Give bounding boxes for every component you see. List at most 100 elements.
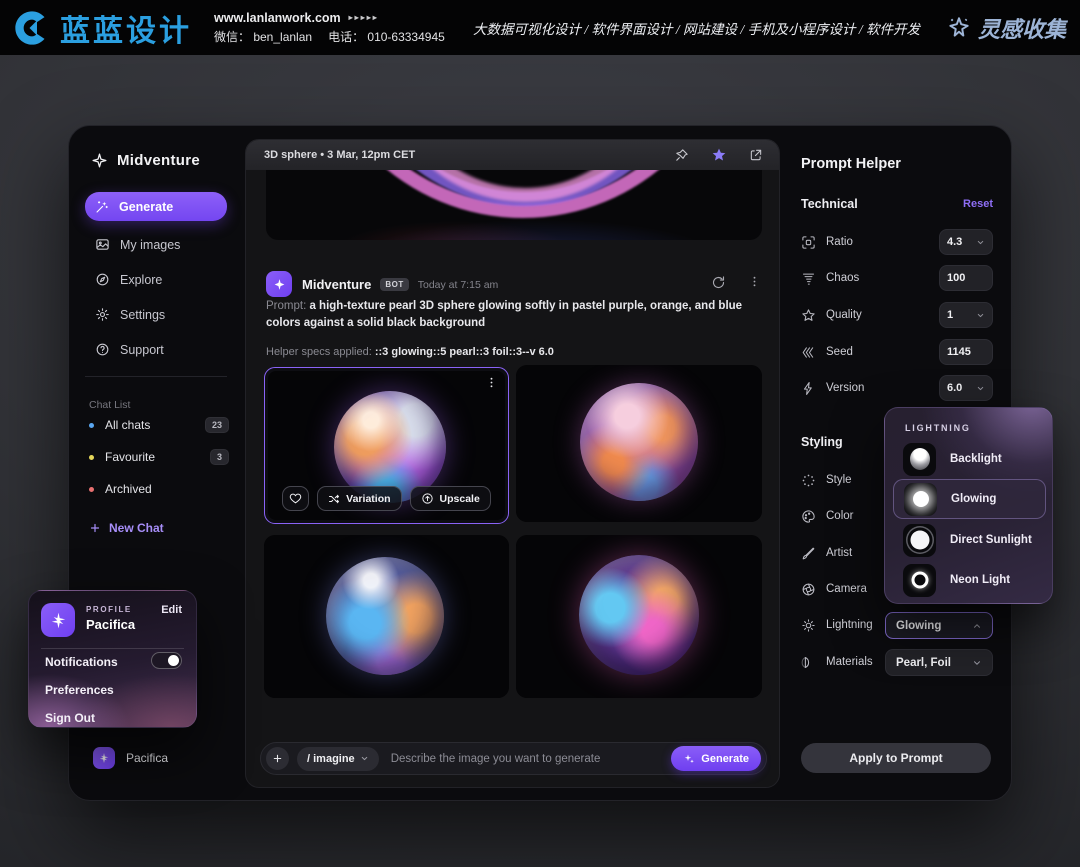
sidebar-item-support[interactable]: Support	[85, 335, 227, 364]
favourite-badge: 3	[210, 449, 229, 465]
regenerate-icon[interactable]	[711, 275, 726, 290]
generate-label: Generate	[701, 753, 749, 765]
generate-button[interactable]: Generate	[671, 746, 761, 771]
lightning-value: Glowing	[896, 620, 941, 632]
shuffle-icon	[328, 493, 340, 505]
version-select[interactable]: 6.0	[939, 375, 993, 401]
prompt-input[interactable]	[391, 753, 672, 765]
wand-icon	[95, 200, 109, 214]
chaos-value: 100	[947, 272, 965, 284]
inspiration-collect[interactable]: 灵感收集	[946, 12, 1066, 44]
archived-dot	[89, 487, 94, 492]
midventure-logo-icon	[91, 152, 108, 169]
materials-value: Pearl, Foil	[896, 657, 951, 669]
chaos-input[interactable]: 100	[939, 265, 993, 291]
inspiration-star-icon	[946, 15, 972, 41]
edit-profile-button[interactable]: Edit	[161, 604, 182, 616]
prompt-label: Prompt:	[266, 300, 306, 312]
technical-title: Technical	[801, 197, 858, 211]
materials-select[interactable]: Pearl, Foil	[885, 649, 993, 676]
site-url[interactable]: www.lanlanwork.com	[214, 11, 341, 25]
upscale-label: Upscale	[440, 493, 480, 505]
materials-icon	[801, 655, 816, 670]
new-chat-button[interactable]: New Chat	[89, 521, 164, 535]
reset-button[interactable]: Reset	[963, 198, 993, 210]
sign-out-item[interactable]: Sign Out	[45, 711, 95, 725]
preferences-item[interactable]: Preferences	[45, 683, 114, 697]
notifications-item[interactable]: Notifications	[45, 655, 118, 669]
lightning-popup-title: LIGHTNING	[905, 423, 971, 433]
toggle-knob	[168, 655, 179, 666]
apply-to-prompt-button[interactable]: Apply to Prompt	[801, 743, 991, 773]
ratio-row: Ratio 4.3	[801, 229, 993, 255]
lightning-sun-icon	[801, 618, 816, 633]
option-label: Neon Light	[950, 574, 1010, 586]
prompt-value: a high-texture pearl 3D sphere glowing s…	[266, 300, 742, 329]
open-external-icon[interactable]	[749, 148, 763, 162]
panel-title: Prompt Helper	[801, 156, 901, 172]
prompt-input-bar: / imagine Generate	[260, 742, 767, 775]
pin-icon[interactable]	[674, 148, 689, 163]
lightning-option-glowing[interactable]: Glowing	[893, 479, 1046, 519]
url-arrows-icon: ▸▸▸▸▸	[349, 13, 379, 22]
bot-avatar	[266, 271, 292, 297]
compass-icon	[95, 272, 110, 287]
upscale-button[interactable]: Upscale	[410, 486, 491, 511]
sidebar-user[interactable]: Pacifica	[93, 747, 168, 769]
sidebar-item-explore[interactable]: Explore	[85, 265, 227, 294]
chat-list-title: Chat List	[89, 399, 130, 411]
like-button[interactable]	[282, 486, 309, 511]
variation-button[interactable]: Variation	[317, 486, 401, 511]
chat-filter-all[interactable]: All chats 23	[89, 416, 229, 434]
attach-button[interactable]	[266, 747, 289, 770]
previous-image-preview[interactable]	[266, 170, 762, 240]
desktop-background: Midventure Generate My images	[0, 55, 1080, 867]
notifications-toggle[interactable]	[151, 652, 182, 669]
seed-input[interactable]: 1145	[939, 339, 993, 365]
sidebar-item-my-images[interactable]: My images	[85, 230, 227, 259]
sidebar-item-label: Settings	[120, 308, 165, 322]
chat-filter-favourite[interactable]: Favourite 3	[89, 448, 229, 466]
seed-row: Seed 1145	[801, 339, 993, 365]
profile-name: Pacifica	[86, 617, 135, 632]
sidebar-item-generate[interactable]: Generate	[85, 192, 227, 221]
version-row: Version 6.0	[801, 375, 993, 401]
sparkle-icon	[273, 278, 286, 291]
chat-panel: 3D sphere • 3 Mar, 12pm CET	[245, 139, 780, 788]
quality-select[interactable]: 1	[939, 302, 993, 328]
midventure-app-window: Midventure Generate My images	[68, 125, 1012, 801]
color-icon	[801, 509, 816, 524]
starburst-icon	[98, 752, 110, 764]
gear-icon	[95, 307, 110, 322]
chat-filter-archived[interactable]: Archived	[89, 480, 229, 498]
chat-title: 3D sphere • 3 Mar, 12pm CET	[264, 149, 415, 161]
lightning-select[interactable]: Glowing	[885, 612, 993, 639]
generated-image-4[interactable]	[516, 535, 762, 698]
sidebar-item-label: Support	[120, 343, 164, 357]
helper-specs-value: ::3 glowing::5 pearl::3 foil::3--v 6.0	[375, 346, 554, 358]
lightning-option-direct-sunlight[interactable]: Direct Sunlight	[893, 520, 1046, 560]
chevron-down-icon	[976, 311, 985, 320]
image-menu-icon[interactable]	[485, 376, 498, 389]
color-label: Color	[826, 510, 853, 522]
command-select[interactable]: / imagine	[297, 747, 379, 771]
favourite-star-icon[interactable]	[711, 147, 727, 163]
new-chat-label: New Chat	[109, 521, 164, 535]
user-name: Pacifica	[126, 751, 168, 765]
quality-icon	[801, 308, 816, 323]
pearl-sphere-image	[326, 557, 444, 675]
ratio-icon	[801, 235, 816, 250]
style-icon	[801, 473, 816, 488]
profile-section-label: PROFILE	[86, 605, 132, 614]
sidebar-item-settings[interactable]: Settings	[85, 300, 227, 329]
lanlan-logo[interactable]: 蓝蓝设计	[12, 6, 192, 50]
generated-image-2[interactable]	[516, 365, 762, 522]
site-header: 蓝蓝设计 www.lanlanwork.com ▸▸▸▸▸ 微信： ben_la…	[0, 0, 1080, 55]
chaos-label: Chaos	[826, 272, 859, 284]
generated-image-3[interactable]	[264, 535, 509, 698]
ratio-select[interactable]: 4.3	[939, 229, 993, 255]
lightning-option-neon-light[interactable]: Neon Light	[893, 560, 1046, 600]
message-menu-icon[interactable]	[748, 275, 761, 288]
lightning-option-backlight[interactable]: Backlight	[893, 439, 1046, 479]
generated-image-1[interactable]: Variation Upscale	[264, 367, 509, 524]
